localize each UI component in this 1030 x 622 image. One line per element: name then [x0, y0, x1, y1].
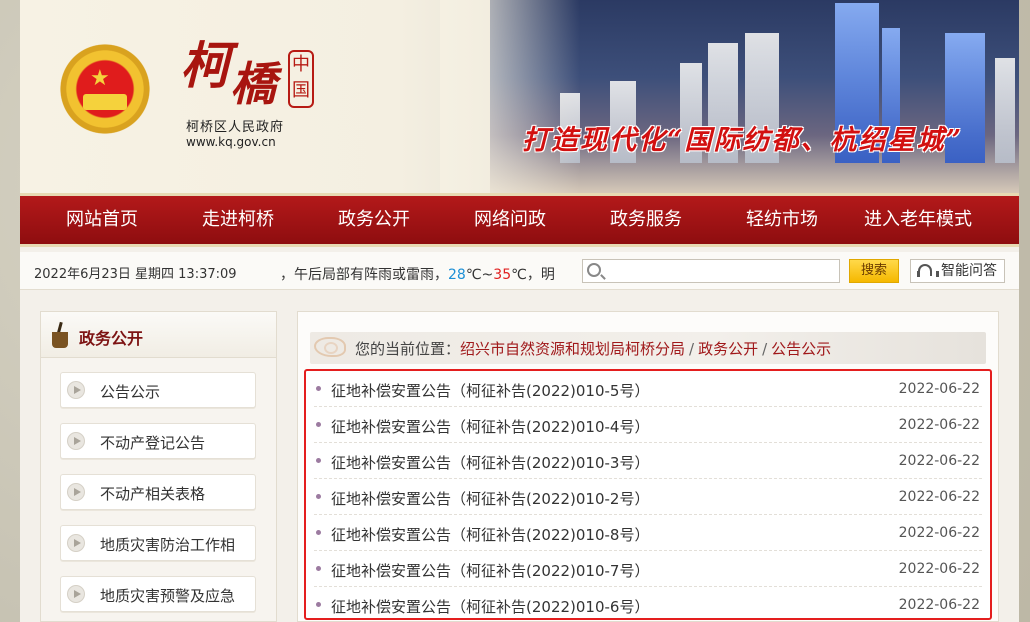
page: ★ 柯 橋 中 国 柯桥区人民政府 www.kq.gov.cn 打造现代化“国际…	[20, 0, 1019, 622]
sidebar-item-label: 地质灾害防治工作相	[100, 536, 236, 554]
bullet-icon	[316, 422, 321, 427]
notice-date: 2022-06-22	[898, 381, 980, 397]
notice-title[interactable]: 征地补偿安置公告（柯征补告(2022)010-8号）	[331, 524, 649, 545]
sidebar: 政务公开 公告公示 不动产登记公告 不动产相关表格 地质灾害防治工作相 地质灾害…	[40, 311, 277, 622]
sidebar-item-property-registration[interactable]: 不动产登记公告	[60, 423, 256, 459]
breadcrumb-link-gov-info[interactable]: 政务公开	[698, 340, 758, 358]
nav-home[interactable]: 网站首页	[34, 196, 170, 244]
breadcrumb: 您的当前位置：绍兴市自然资源和规划局柯桥分局 / 政务公开 / 公告公示	[310, 332, 986, 364]
list-item[interactable]: 征地补偿安置公告（柯征补告(2022)010-8号） 2022-06-22	[314, 515, 982, 551]
list-item[interactable]: 征地补偿安置公告（柯征补告(2022)010-5号） 2022-06-22	[314, 371, 982, 407]
logo-char-2: 橋	[230, 57, 276, 111]
logo-char-1: 柯	[180, 36, 230, 95]
bullet-icon	[316, 494, 321, 499]
china-seal: 中 国	[288, 50, 314, 108]
notice-title[interactable]: 征地补偿安置公告（柯征补告(2022)010-6号）	[331, 596, 649, 617]
bullet-icon	[316, 458, 321, 463]
play-circle-icon	[67, 381, 85, 399]
search-box	[582, 259, 840, 283]
notice-date: 2022-06-22	[898, 489, 980, 505]
site-name: 柯桥区人民政府	[186, 120, 285, 135]
search-icon	[587, 263, 601, 277]
search-button[interactable]: 搜索	[849, 259, 899, 283]
search-input[interactable]	[607, 262, 835, 280]
slogan: 打造现代化“国际纺都、杭绍星城”	[522, 125, 964, 156]
list-item[interactable]: 征地补偿安置公告（柯征补告(2022)010-7号） 2022-06-22	[314, 551, 982, 587]
national-emblem[interactable]: ★	[56, 44, 154, 144]
notice-title[interactable]: 征地补偿安置公告（柯征补告(2022)010-3号）	[331, 452, 649, 473]
bullet-icon	[316, 602, 321, 607]
notice-date: 2022-06-22	[898, 417, 980, 433]
notice-title[interactable]: 征地补偿安置公告（柯征补告(2022)010-2号）	[331, 488, 649, 509]
smart-qa-button[interactable]: 智能问答	[910, 259, 1005, 283]
nav-elderly-mode[interactable]: 进入老年模式	[850, 196, 986, 244]
main-content: 您的当前位置：绍兴市自然资源和规划局柯桥分局 / 政务公开 / 公告公示 征地补偿安置公…	[297, 311, 999, 622]
list-item[interactable]: 征地补偿安置公告（柯征补告(2022)010-3号） 2022-06-22	[314, 443, 982, 479]
bullet-icon	[316, 386, 321, 391]
temp-high: 35	[493, 267, 512, 283]
weather-ticker: ，午后局部有阵雨或雷雨，28℃~35℃，明	[280, 267, 555, 283]
notice-date: 2022-06-22	[898, 597, 980, 613]
sidebar-title: 政务公开	[79, 329, 144, 348]
list-item[interactable]: 征地补偿安置公告（柯征补告(2022)010-2号） 2022-06-22	[314, 479, 982, 515]
notice-date: 2022-06-22	[898, 561, 980, 577]
nav-gov-services[interactable]: 政务服务	[578, 196, 714, 244]
site-url: www.kq.gov.cn	[186, 135, 276, 149]
sidebar-item-label: 地质灾害预警及应急	[100, 587, 236, 605]
nav-about-keqiao[interactable]: 走进柯桥	[170, 196, 306, 244]
play-circle-icon	[67, 432, 85, 450]
sidebar-item-announcements[interactable]: 公告公示	[60, 372, 256, 408]
sidebar-item-label: 公告公示	[100, 383, 161, 401]
sidebar-item-label: 不动产登记公告	[100, 434, 206, 452]
temp-low: 28	[448, 267, 466, 283]
play-circle-icon	[67, 483, 85, 501]
list-item[interactable]: 征地补偿安置公告（柯征补告(2022)010-6号） 2022-06-22	[314, 587, 982, 622]
breadcrumb-link-announcements[interactable]: 公告公示	[771, 340, 831, 358]
notice-list: 征地补偿安置公告（柯征补告(2022)010-5号） 2022-06-22 征地…	[304, 369, 992, 620]
info-bar: 2022年6月23日 星期四 13:37:09 ，午后局部有阵雨或雷雨，28℃~…	[20, 252, 1019, 290]
list-item[interactable]: 征地补偿安置公告（柯征补告(2022)010-4号） 2022-06-22	[314, 407, 982, 443]
play-circle-icon	[67, 585, 85, 603]
sidebar-header: 政务公开	[41, 312, 276, 358]
breadcrumb-prefix: 您的当前位置：	[355, 340, 461, 358]
header-banner: ★ 柯 橋 中 国 柯桥区人民政府 www.kq.gov.cn 打造现代化“国际…	[20, 0, 1019, 193]
headset-icon	[917, 264, 939, 277]
notice-title[interactable]: 征地补偿安置公告（柯征补告(2022)010-7号）	[331, 560, 649, 581]
nav-textile-market[interactable]: 轻纺市场	[714, 196, 850, 244]
notice-title[interactable]: 征地补偿安置公告（柯征补告(2022)010-5号）	[331, 380, 649, 401]
bullet-icon	[316, 566, 321, 571]
sidebar-item-label: 不动产相关表格	[100, 485, 206, 503]
notice-title[interactable]: 征地补偿安置公告（柯征补告(2022)010-4号）	[331, 416, 649, 437]
cloud-scroll-icon	[314, 337, 346, 357]
breadcrumb-link-bureau[interactable]: 绍兴市自然资源和规划局柯桥分局	[460, 340, 685, 358]
bullet-icon	[316, 530, 321, 535]
brush-pot-icon	[50, 321, 70, 348]
nav-online-inquiry[interactable]: 网络问政	[442, 196, 578, 244]
notice-date: 2022-06-22	[898, 525, 980, 541]
nav-gov-info[interactable]: 政务公开	[306, 196, 442, 244]
sidebar-item-geohazard-prevention[interactable]: 地质灾害防治工作相	[60, 525, 256, 561]
play-circle-icon	[67, 534, 85, 552]
notice-date: 2022-06-22	[898, 453, 980, 469]
sidebar-item-geohazard-warning[interactable]: 地质灾害预警及应急	[60, 576, 256, 612]
sidebar-item-property-forms[interactable]: 不动产相关表格	[60, 474, 256, 510]
datetime: 2022年6月23日 星期四 13:37:09	[34, 267, 237, 282]
main-nav: 网站首页 走进柯桥 政务公开 网络问政 政务服务 轻纺市场 进入老年模式	[20, 193, 1019, 247]
